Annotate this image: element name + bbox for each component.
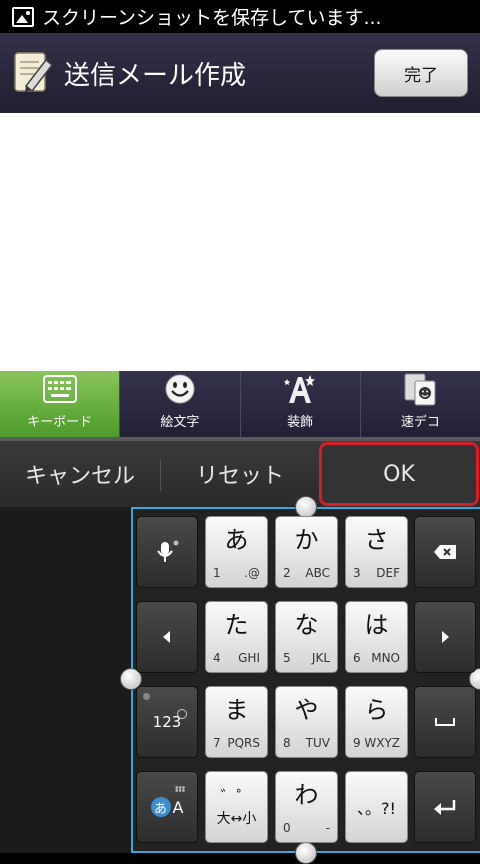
resize-handle-top[interactable] (295, 496, 317, 518)
key-wa[interactable]: わ 0 - (275, 771, 338, 843)
quick-deco-icon (404, 373, 436, 406)
status-text: スクリーンショットを保存しています... (42, 7, 382, 29)
key-sub: - (325, 821, 330, 835)
key-number: 8 (283, 736, 291, 750)
backspace-key[interactable] (414, 516, 476, 588)
tab-quick-deco[interactable]: 速デコ (360, 371, 480, 437)
key-sub: DEF (376, 566, 400, 580)
cursor-left-key[interactable] (136, 601, 198, 673)
enter-icon (434, 800, 456, 815)
microphone-icon (157, 540, 179, 562)
key-number: 7 (213, 736, 221, 750)
key-sub: JKL (311, 651, 330, 665)
compose-text-area[interactable] (0, 113, 480, 371)
key-number: 1 (213, 566, 221, 580)
voice-input-key[interactable] (136, 516, 198, 588)
tab-label: 速デコ (400, 415, 440, 430)
resize-handle-bottom[interactable] (295, 842, 317, 864)
key-char: か (294, 526, 319, 554)
key-char: た (224, 611, 249, 639)
key-number: 3 (353, 566, 361, 580)
arrow-left-icon (163, 631, 170, 643)
action-bar: キャンセル リセット OK (0, 441, 480, 507)
tab-label: 装飾 (287, 415, 314, 430)
space-key[interactable] (414, 686, 476, 758)
tab-label: キーボード (27, 415, 93, 430)
key-number: 4 (213, 651, 221, 665)
mode-123-label: 123 (152, 713, 182, 731)
status-bar: スクリーンショットを保存しています... (0, 0, 480, 33)
key-char: は (364, 611, 389, 639)
ok-button[interactable]: OK (319, 442, 479, 506)
key-sub: GHI (238, 651, 260, 665)
space-icon (435, 718, 455, 726)
tab-emoji[interactable]: 絵文字 (120, 371, 241, 437)
enter-key[interactable] (414, 771, 476, 843)
key-ta[interactable]: た 4 GHI (205, 601, 268, 673)
tab-decoration[interactable]: 装飾 (240, 371, 361, 437)
key-sub: TUV (305, 736, 330, 750)
decoration-icon (284, 375, 316, 403)
cancel-button[interactable]: キャンセル (0, 441, 160, 507)
screenshot-icon (12, 6, 34, 27)
key-char: な (294, 611, 319, 639)
alpha-mode-label: A (172, 797, 184, 817)
key-sub: PQRS (227, 736, 260, 750)
key-char: ゛゜ (220, 787, 253, 806)
done-button[interactable]: 完了 (374, 49, 468, 97)
key-ha[interactable]: は 6 MNO (345, 601, 408, 673)
backspace-icon (434, 545, 456, 559)
key-number: 5 (283, 651, 291, 665)
tab-keyboard[interactable]: キーボード (0, 371, 121, 437)
key-ka[interactable]: か 2 ABC (275, 516, 338, 588)
key-a[interactable]: あ 1 .@ (205, 516, 268, 588)
smiley-icon (165, 374, 195, 404)
key-punctuation[interactable]: 、。?! (345, 771, 408, 843)
key-char: わ (294, 781, 319, 809)
key-char: ま (224, 696, 249, 724)
key-number: 2 (283, 566, 291, 580)
key-sub: MNO (371, 651, 400, 665)
key-sub: 大↔小 (216, 811, 257, 827)
page-title: 送信メール作成 (64, 60, 247, 91)
key-char: あ (224, 526, 249, 554)
arrow-right-icon (442, 631, 449, 643)
key-number: 0 (283, 821, 291, 835)
key-char: や (294, 696, 319, 724)
key-sub: WXYZ (364, 736, 400, 750)
key-ma[interactable]: ま 7 PQRS (205, 686, 268, 758)
title-bar: 送信メール作成 完了 (0, 33, 480, 113)
kana-mode-label: あ (150, 797, 171, 817)
key-char: ら (364, 696, 389, 724)
input-mode-key[interactable]: あ A (136, 771, 198, 843)
key-number: 9 (353, 736, 361, 750)
reset-button[interactable]: リセット (160, 441, 320, 507)
key-number: 6 (353, 651, 361, 665)
key-ra[interactable]: ら 9 WXYZ (345, 686, 408, 758)
compose-mail-icon (14, 52, 54, 93)
key-sub: .@ (244, 566, 260, 580)
keyboard-icon (42, 375, 77, 403)
mode-123-key[interactable]: 123 (136, 686, 198, 758)
key-dakuten[interactable]: ゛゜ 大↔小 (205, 771, 268, 843)
cursor-right-key[interactable] (414, 601, 476, 673)
key-sa[interactable]: さ 3 DEF (345, 516, 408, 588)
key-ya[interactable]: や 8 TUV (275, 686, 338, 758)
key-char: さ (364, 526, 389, 554)
tab-label: 絵文字 (160, 415, 200, 430)
key-na[interactable]: な 5 JKL (275, 601, 338, 673)
key-sub: ABC (305, 566, 330, 580)
key-char: 、。?! (357, 799, 396, 818)
input-tab-bar: キーボード 絵文字 装飾 速デコ (0, 371, 480, 437)
